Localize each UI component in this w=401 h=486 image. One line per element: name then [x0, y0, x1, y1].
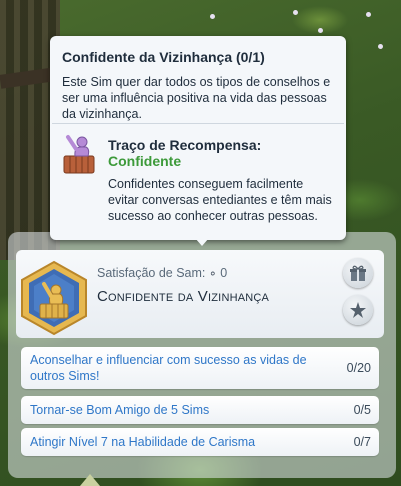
aspiration-task[interactable]: Tornar-se Bom Amigo de 5 Sims 0/5 — [21, 396, 379, 424]
gift-icon — [350, 265, 366, 281]
aspiration-title: Confidente da Vizinhança — [97, 288, 270, 305]
tooltip-arrow — [195, 238, 209, 246]
scenario-star-button[interactable] — [343, 295, 373, 325]
task-label: Aconselhar e influenciar com sucesso as … — [30, 353, 307, 383]
aspiration-hex-icon[interactable] — [20, 260, 88, 336]
tooltip-title: Confidente da Vizinhança (0/1) — [62, 49, 265, 65]
task-label: Tornar-se Bom Amigo de 5 Sims — [30, 403, 210, 417]
task-progress: 0/5 — [353, 403, 371, 417]
flower — [293, 10, 298, 15]
task-progress: 0/20 — [346, 361, 371, 375]
flower — [366, 12, 371, 17]
star-icon — [350, 302, 366, 318]
flower — [318, 28, 323, 33]
task-progress: 0/7 — [353, 435, 371, 449]
flower — [378, 44, 383, 49]
confidant-trait-icon — [63, 135, 95, 174]
satisfaction-label: Satisfação de Sam: — [97, 266, 206, 280]
satisfaction-readout: Satisfação de Sam: ∘ 0 — [97, 265, 227, 280]
aspiration-task[interactable]: Atingir Nível 7 na Habilidade de Carisma… — [21, 428, 379, 456]
tooltip-description: Este Sim quer dar todos os tipos de cons… — [62, 75, 331, 121]
tooltip-divider — [52, 123, 344, 124]
reward-heading: Traço de Recompensa: — [108, 137, 262, 153]
gift-button[interactable] — [343, 258, 373, 288]
reward-description: Confidentes conseguem facilmente evitar … — [108, 177, 332, 223]
satisfaction-points-icon: ∘ — [208, 266, 217, 280]
satisfaction-points: 0 — [220, 266, 228, 280]
reward-name: Confidente — [108, 153, 182, 169]
task-label: Atingir Nível 7 na Habilidade de Carisma — [30, 435, 256, 449]
aspiration-task[interactable]: Aconselhar e influenciar com sucesso as … — [21, 347, 379, 389]
flower — [210, 14, 215, 19]
